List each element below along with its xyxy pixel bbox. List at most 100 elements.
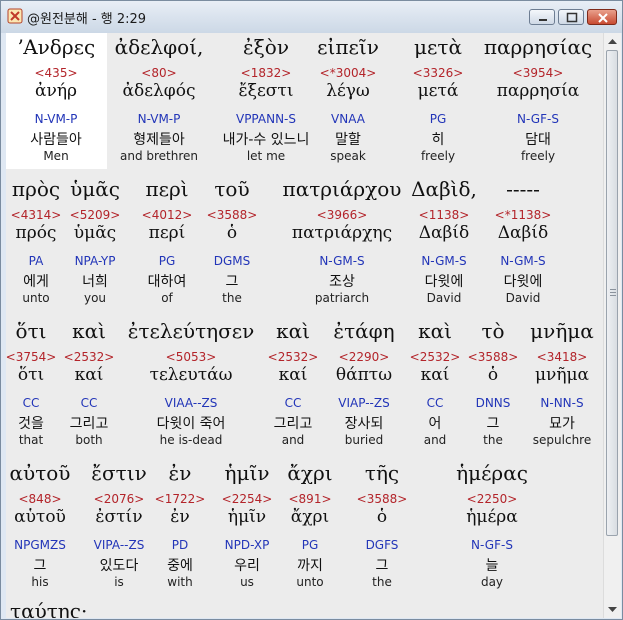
word-lemma: Δαβίδ [497,223,549,243]
word-korean: 다윗에 [503,274,543,290]
word-korean: 묘가 [549,416,575,432]
word-greek: τοῦ [214,177,250,201]
word-greek: αὐτοῦ [9,461,71,485]
word-strong: <2076> [93,492,145,506]
word-greek: μνῆμα [530,319,594,343]
word-english: David [505,291,541,305]
title-bar[interactable]: @원전분해 - 행 2:29 [1,1,622,33]
word-strong: <2532> [63,350,115,364]
word-strong: <*1138> [494,208,552,222]
word-korean: 우리 [234,558,260,574]
word-english: his [31,575,49,589]
minimize-button[interactable] [529,9,555,25]
word-english: he is-dead [159,433,223,447]
word-korean: 까지 [297,558,323,574]
word-strong: <5209> [69,208,121,222]
word-morph: VIPA--ZS [93,538,145,552]
word-morph: N-GM-S [421,254,467,268]
word-greek: παρρησίας [483,35,593,59]
word-korean: 어 [428,416,442,432]
word-greek: τῆς [364,461,400,485]
word-korean: 형제들아 [133,132,185,148]
word-strong: <848> [18,492,62,506]
word-morph: NPGMZS [14,538,66,552]
word-strong: <2532> [409,350,461,364]
word-lemma: ἡμῖν [227,507,267,527]
word-morph: N-GM-S [500,254,546,268]
word-english: both [75,433,103,447]
word-greek: ἐτάφη [333,319,395,343]
word-strong: <1722> [154,492,206,506]
word-lemma: παρρησία [496,81,580,101]
word-english: freely [420,149,456,163]
word-morph: DNNS [475,396,511,410]
word-strong: <3754> [6,350,57,364]
word-strong: <3588> [467,350,519,364]
word-morph: CC [80,396,98,410]
word-lemma: καί [74,365,104,385]
word-strong: <2250> [466,492,518,506]
word-english: David [426,291,462,305]
word-strong: <3418> [536,350,588,364]
word-greek: πρὸς [11,177,61,201]
word-lemma: τελευτάω [149,365,233,385]
word-strong: <1832> [240,66,292,80]
word-korean: 장사되 [344,416,384,432]
word-morph: N-GF-S [517,112,559,126]
word-korean: 다윗에 [424,274,464,290]
word-strong: <1138> [418,208,470,222]
word-morph: N-GM-S [319,254,365,268]
scrollbar-thumb[interactable] [606,50,618,536]
word-greek: ἐξὸν [243,35,289,59]
word-lemma: μετά [417,81,459,101]
word-english: the [372,575,392,589]
next-line-partial: ταύτης· [10,599,88,618]
word-korean: 에게 [23,274,49,290]
word-english: you [83,291,107,305]
word-english: patriarch [314,291,370,305]
word-morph: PG [158,254,176,268]
word-english: and brethren [119,149,199,163]
word-morph: PG [301,538,319,552]
word-english: and [281,433,305,447]
close-button[interactable] [587,9,617,25]
word-korean: 그 [33,558,47,574]
word-strong: <3966> [316,208,368,222]
word-lemma: καί [278,365,308,385]
word-lemma: ὅτι [17,365,45,385]
word-lemma: ὁ [487,365,499,385]
word-korean: 말할 [335,132,361,148]
word-lemma: αὑτοῦ [14,507,66,527]
word-korean: 그 [486,416,500,432]
word-english: day [480,575,504,589]
word-strong: <3326> [412,66,464,80]
word-english: Men [43,149,69,163]
word-korean: 그 [225,274,239,290]
word-lemma: Δαβίδ [418,223,470,243]
vertical-scrollbar[interactable] [603,33,621,618]
word-morph: VIAA--ZS [164,396,218,410]
word-morph: N-VM-P [137,112,181,126]
word-greek: Δαβὶδ, [411,177,477,201]
word-morph: VPPANN-S [235,112,297,126]
word-greek: ----- [506,177,540,201]
word-korean: 너희 [82,274,108,290]
word-english: sepulchre [532,433,592,447]
word-greek: ἐν [168,461,192,485]
word-korean: 조상 [329,274,355,290]
word-morph: PG [429,112,447,126]
word-greek: ἄχρι [287,461,333,485]
word-lemma: ἐστίν [95,507,143,527]
scroll-down-arrow[interactable] [604,601,621,618]
word-english: unto [296,575,324,589]
scroll-up-arrow[interactable] [604,33,621,50]
word-morph: N-NN-S [540,396,584,410]
maximize-button[interactable] [558,9,584,25]
word-morph: NPD-XP [224,538,270,552]
word-morph: CC [426,396,444,410]
word-korean: 있도다 [99,558,139,574]
word-morph: CC [284,396,302,410]
word-strong: <3588> [206,208,258,222]
word-greek: μετὰ [414,35,462,59]
interlinear-view[interactable]: ʼΑνδρες <435> ἀνήρ N-VM-P 사람들아 Men ἀδελφοί, <80… [6,33,603,618]
